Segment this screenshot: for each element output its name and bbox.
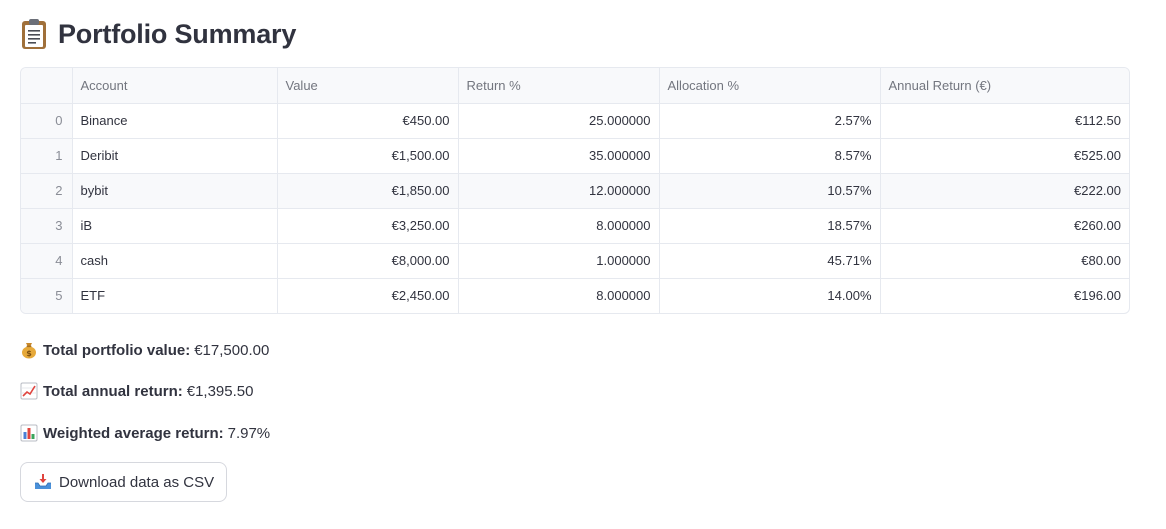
table-row[interactable]: 1 Deribit €1,500.00 35.000000 8.57% €525…: [21, 138, 1129, 174]
chart-increasing-icon: [20, 382, 38, 400]
row-index: 0: [21, 103, 73, 139]
cell-account[interactable]: Binance: [72, 103, 278, 139]
total-portfolio-value: $ Total portfolio value: €17,500.00: [20, 341, 269, 359]
table-row[interactable]: 0 Binance €450.00 25.000000 2.57% €112.5…: [21, 103, 1129, 139]
table-row[interactable]: 2 bybit €1,850.00 12.000000 10.57% €222.…: [21, 173, 1129, 209]
table-row[interactable]: 5 ETF €2,450.00 8.000000 14.00% €196.00: [21, 278, 1129, 313]
cell-allocation-pct[interactable]: 8.57%: [659, 138, 881, 174]
table-row[interactable]: 3 iB €3,250.00 8.000000 18.57% €260.00: [21, 208, 1129, 244]
cell-value[interactable]: €1,500.00: [277, 138, 459, 174]
cell-return-pct[interactable]: 1.000000: [458, 243, 660, 279]
column-header-index[interactable]: [21, 68, 73, 104]
cell-annual-return[interactable]: €112.50: [880, 103, 1129, 139]
row-index: 1: [21, 138, 73, 174]
cell-value[interactable]: €3,250.00: [277, 208, 459, 244]
cell-account[interactable]: cash: [72, 243, 278, 279]
cell-allocation-pct[interactable]: 18.57%: [659, 208, 881, 244]
total-annual-return-amount: €1,395.50: [186, 382, 254, 400]
total-annual-return: Total annual return: €1,395.50: [20, 382, 253, 400]
portfolio-table[interactable]: Account Value Return % Allocation % Annu…: [20, 67, 1130, 314]
svg-text:$: $: [26, 349, 32, 358]
inbox-tray-icon: [33, 472, 53, 492]
cell-value[interactable]: €1,850.00: [277, 173, 459, 209]
cell-value[interactable]: €2,450.00: [277, 278, 459, 313]
table-header-row: Account Value Return % Allocation % Annu…: [21, 68, 1129, 104]
total-portfolio-value-amount: €17,500.00: [194, 341, 270, 359]
cell-return-pct[interactable]: 8.000000: [458, 208, 660, 244]
total-portfolio-value-label: Total portfolio value:: [43, 341, 191, 359]
cell-return-pct[interactable]: 25.000000: [458, 103, 660, 139]
weighted-average-return: Weighted average return: 7.97%: [20, 424, 270, 442]
column-header-annual-return[interactable]: Annual Return (€): [880, 68, 1129, 104]
weighted-average-return-label: Weighted average return:: [43, 424, 224, 442]
column-header-return-pct[interactable]: Return %: [458, 68, 660, 104]
cell-annual-return[interactable]: €196.00: [880, 278, 1129, 313]
total-annual-return-label: Total annual return:: [43, 382, 183, 400]
cell-value[interactable]: €8,000.00: [277, 243, 459, 279]
cell-allocation-pct[interactable]: 10.57%: [659, 173, 881, 209]
column-header-value[interactable]: Value: [277, 68, 459, 104]
cell-return-pct[interactable]: 35.000000: [458, 138, 660, 174]
download-csv-button[interactable]: Download data as CSV: [20, 462, 228, 502]
cell-account[interactable]: Deribit: [72, 138, 278, 174]
weighted-average-return-amount: 7.97%: [227, 424, 271, 442]
cell-annual-return[interactable]: €525.00: [880, 138, 1129, 174]
table-row[interactable]: 4 cash €8,000.00 1.000000 45.71% €80.00: [21, 243, 1129, 279]
cell-value[interactable]: €450.00: [277, 103, 459, 139]
clipboard-icon: [20, 18, 48, 50]
cell-allocation-pct[interactable]: 45.71%: [659, 243, 881, 279]
cell-account[interactable]: bybit: [72, 173, 278, 209]
column-header-account[interactable]: Account: [72, 68, 278, 104]
cell-return-pct[interactable]: 12.000000: [458, 173, 660, 209]
row-index: 3: [21, 208, 73, 244]
cell-allocation-pct[interactable]: 14.00%: [659, 278, 881, 313]
cell-return-pct[interactable]: 8.000000: [458, 278, 660, 313]
cell-annual-return[interactable]: €222.00: [880, 173, 1129, 209]
cell-allocation-pct[interactable]: 2.57%: [659, 103, 881, 139]
page-title: Portfolio Summary: [58, 18, 297, 49]
download-csv-label: Download data as CSV: [59, 473, 215, 491]
row-index: 5: [21, 278, 73, 313]
cell-account[interactable]: iB: [72, 208, 278, 244]
row-index: 2: [21, 173, 73, 209]
money-bag-icon: $: [20, 341, 38, 359]
bar-chart-icon: [20, 424, 38, 442]
title-row: Portfolio Summary: [20, 16, 296, 52]
row-index: 4: [21, 243, 73, 279]
cell-account[interactable]: ETF: [72, 278, 278, 313]
cell-annual-return[interactable]: €260.00: [880, 208, 1129, 244]
column-header-allocation-pct[interactable]: Allocation %: [659, 68, 881, 104]
cell-annual-return[interactable]: €80.00: [880, 243, 1129, 279]
